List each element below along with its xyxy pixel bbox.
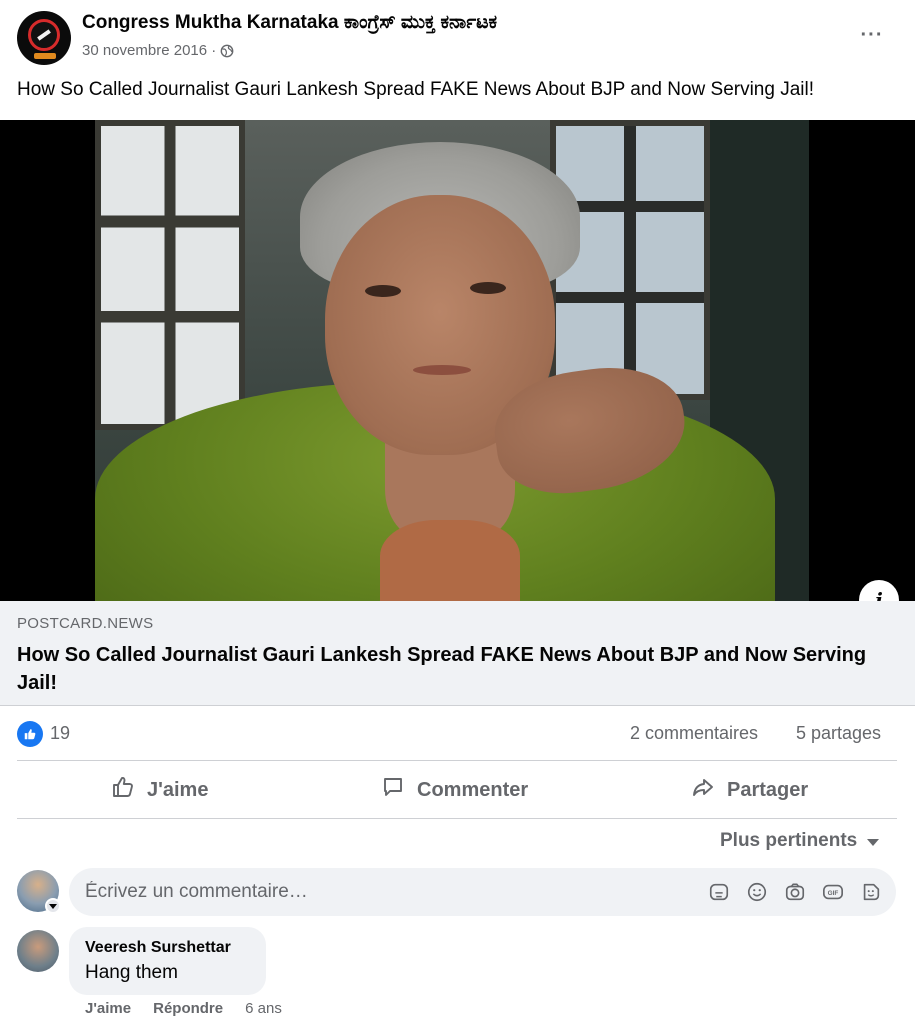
reaction-count[interactable]: 19 [50,723,70,744]
comment-text: Hang them [85,962,178,983]
sticker-icon[interactable] [707,880,731,904]
action-bar: J'aime Commenter Partager [0,763,915,817]
svg-text:GIF: GIF [828,890,839,897]
photo [95,120,809,601]
share-label: Partager [727,778,809,801]
post-date[interactable]: 30 novembre 2016 · [82,42,216,59]
globe-icon [220,44,234,58]
eye-right [470,282,506,294]
share-button[interactable]: Partager [691,763,808,817]
eye-left [365,285,401,297]
emoji-icon[interactable] [745,880,769,904]
divider [17,760,897,761]
composer-icons: GIF [707,880,883,904]
like-button[interactable]: J'aime [111,763,208,817]
link-preview-image[interactable] [0,120,915,601]
comment-composer[interactable]: GIF [69,868,896,916]
post-stats: 19 2 commentaires 5 partages [0,712,915,756]
post-header: Congress Muktha Karnataka ಕಾಂಗ್ರೆಸ್ ಮುಕ್… [0,0,915,70]
link-title[interactable]: How So Called Journalist Gauri Lankesh S… [17,641,877,697]
like-reaction-icon[interactable] [17,721,43,747]
avatar-sticker-icon[interactable] [859,880,883,904]
comment-bubble: Veeresh Surshettar Hang them [69,927,266,995]
more-options-button[interactable]: ··· [852,20,892,50]
comment-bubble-icon [381,775,405,805]
comment-input[interactable] [85,868,685,916]
gif-icon[interactable]: GIF [821,880,845,904]
post-meta: 30 novembre 2016 · [82,42,234,59]
page-avatar[interactable] [17,11,71,65]
page-name[interactable]: Congress Muktha Karnataka ಕಾಂಗ್ರೆಸ್ ಮುಕ್… [82,12,497,34]
post-text: How So Called Journalist Gauri Lankesh S… [17,79,815,100]
commenter-avatar[interactable] [17,930,59,972]
comment-like-button[interactable]: J'aime [85,1000,131,1017]
shares-count[interactable]: 5 partages [796,723,881,744]
like-label: J'aime [147,778,209,801]
mouth [413,365,471,375]
window-left [95,120,245,430]
comment-reply-button[interactable]: Répondre [153,1000,223,1017]
thumbs-up-icon [111,775,135,805]
link-domain: POSTCARD.NEWS [17,615,154,632]
comments-count[interactable]: 2 commentaires [630,723,758,744]
account-switcher-icon[interactable] [45,898,61,914]
comment-author[interactable]: Veeresh Surshettar [85,939,231,957]
comment-sort-dropdown[interactable]: Plus pertinents [720,830,880,852]
comment-actions: J'aime Répondre 6 ans [85,1000,282,1017]
neckline [380,520,520,601]
sort-label: Plus pertinents [720,830,858,851]
divider [17,818,897,819]
comment-timestamp[interactable]: 6 ans [245,1000,282,1017]
comment-button[interactable]: Commenter [381,763,528,817]
logo-strip [34,53,56,59]
logo-icon [28,19,60,51]
share-arrow-icon [691,775,715,805]
comment-label: Commenter [417,778,529,801]
chevron-down-icon [867,839,880,846]
camera-icon[interactable] [783,880,807,904]
link-preview[interactable]: POSTCARD.NEWS How So Called Journalist G… [0,601,915,706]
